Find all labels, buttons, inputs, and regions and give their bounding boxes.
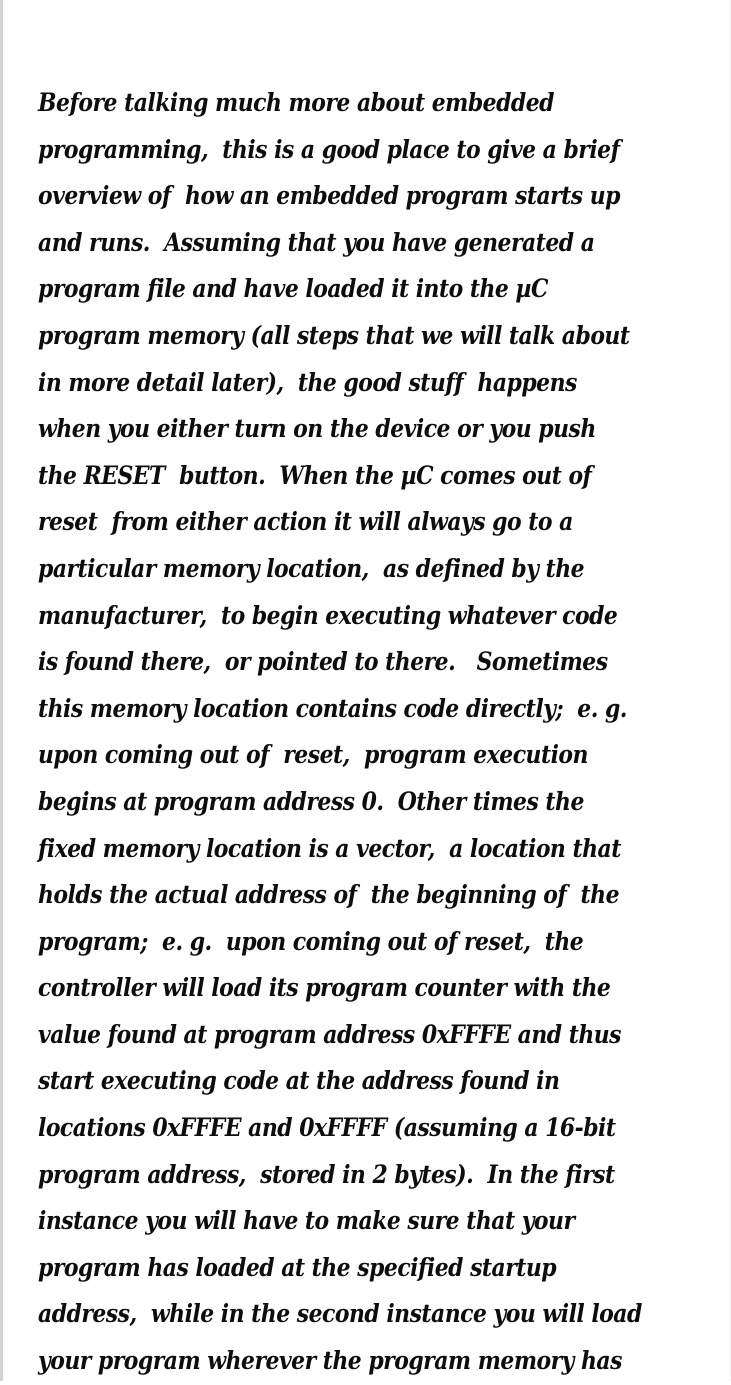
text-line: the RESET button. When the µC comes out …: [38, 460, 592, 491]
text-line: and runs. Assuming that you have generat…: [38, 227, 595, 258]
text-line: is found there, or pointed to there. Som…: [38, 647, 608, 678]
text-line: this memory location contains code direc…: [38, 693, 627, 724]
text-line: instance you will have to make sure that…: [38, 1206, 575, 1237]
text-line: start executing code at the address foun…: [38, 1066, 560, 1097]
document-paragraph: Before talking much more about embedded …: [38, 80, 728, 1385]
text-line: program; e. g. upon coming out of reset,…: [38, 926, 584, 957]
text-line: holds the actual address of the beginnin…: [38, 880, 620, 911]
text-line: program address, stored in 2 bytes). In …: [38, 1159, 615, 1190]
text-line: program memory (all steps that we will t…: [38, 320, 630, 351]
text-line: upon coming out of reset, program execut…: [38, 740, 588, 771]
text-line: manufacturer, to begin executing whateve…: [38, 600, 618, 631]
text-line: programming, this is a good place to giv…: [38, 134, 620, 165]
text-line: fixed memory location is a vector, a loc…: [38, 833, 621, 864]
text-line: your program wherever the program memory…: [38, 1346, 622, 1377]
text-line: program file and have loaded it into the…: [38, 274, 548, 305]
text-line: in more detail later), the good stuff ha…: [38, 367, 577, 398]
page-left-edge: [0, 0, 3, 1381]
text-line: particular memory location, as defined b…: [38, 553, 585, 584]
text-line: reset from either action it will always …: [38, 507, 573, 538]
text-line: program has loaded at the specified star…: [38, 1252, 557, 1283]
text-line: controller will load its program counter…: [38, 973, 611, 1004]
text-line: overview of how an embedded program star…: [38, 181, 621, 212]
text-line: begins at program address 0. Other times…: [38, 786, 584, 817]
text-line: locations 0xFFFE and 0xFFFF (assuming a …: [38, 1113, 616, 1144]
text-line: value found at program address 0xFFFE an…: [38, 1019, 622, 1050]
text-line: Before talking much more about embedded: [38, 88, 555, 118]
text-line: when you either turn on the device or yo…: [38, 414, 596, 445]
text-line: address, while in the second instance yo…: [38, 1299, 642, 1330]
